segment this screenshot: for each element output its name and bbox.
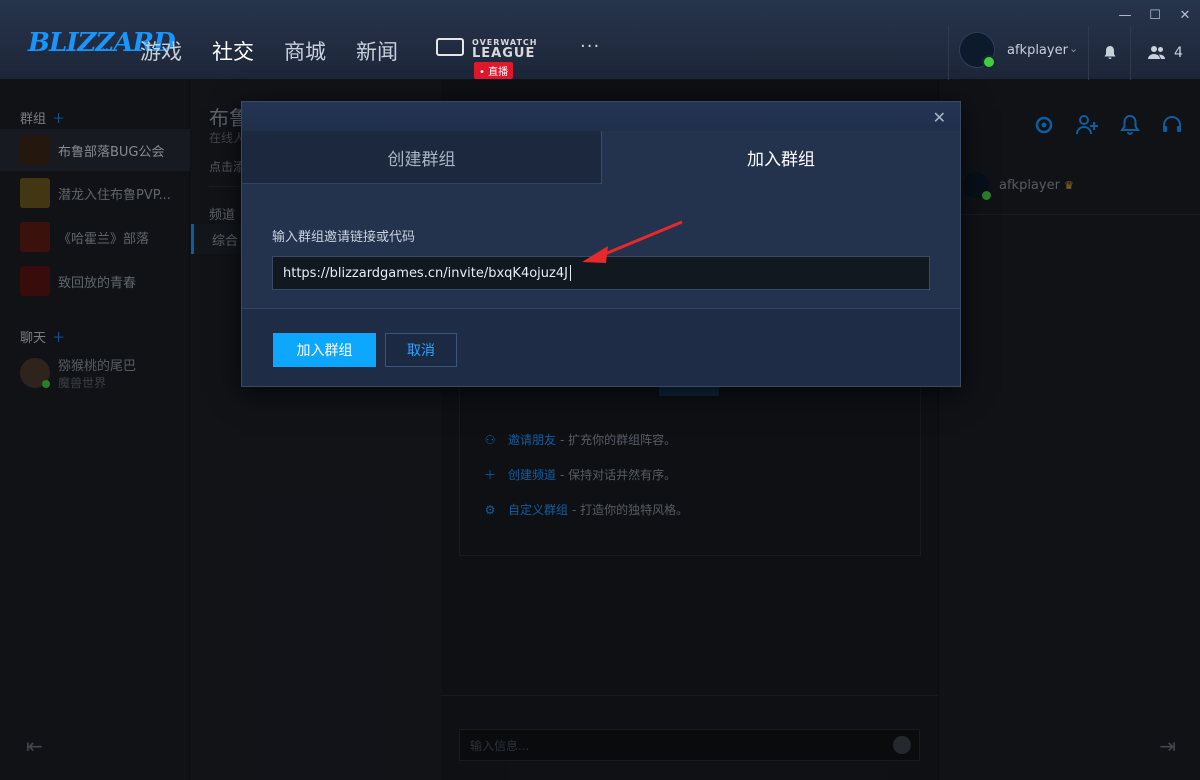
close-window-icon[interactable]: ✕ [1170,4,1200,26]
invite-field-label: 输入群组邀请链接或代码 [272,230,416,245]
tab-create-group[interactable]: 创建群组 [242,131,601,184]
cancel-button[interactable]: 取消 [385,333,457,367]
annotation-arrow [582,220,683,263]
invite-value: https://blizzardgames.cn/invite/bxqK4oju… [283,265,568,281]
tab-label: 创建群组 [387,149,456,170]
notifications-button[interactable] [1088,26,1130,80]
friends-icon [1148,46,1166,59]
nav-games[interactable]: 游戏 [140,36,182,66]
top-nav-bar: — ☐ ✕ BLIZZARD ⌄ 游戏 社交 商城 新闻 OVERWATCH L… [0,0,1200,80]
tab-join-group[interactable]: 加入群组 [601,131,960,184]
nav-social[interactable]: 社交 [212,36,254,66]
account-name: afkplayer [1007,43,1068,58]
live-badge: • 直播 [474,62,514,79]
maximize-icon[interactable]: ☐ [1140,4,1170,26]
chevron-down-icon: ⌄ [1069,42,1079,55]
dialog-titlebar: ✕ [242,102,960,132]
avatar [959,32,996,69]
join-group-button[interactable]: 加入群组 [273,333,376,367]
dialog-footer: 加入群组 取消 [242,308,960,386]
main-nav: 游戏 社交 商城 新闻 [140,36,398,66]
minimize-icon[interactable]: — [1110,4,1140,26]
window-controls: — ☐ ✕ [1110,4,1200,26]
owl-icon [436,38,464,56]
tab-label: 加入群组 [747,150,815,170]
battlenet-window: — ☐ ✕ BLIZZARD ⌄ 游戏 社交 商城 新闻 OVERWATCH L… [0,0,1200,780]
owl-text-line2: LEAGUE [472,46,536,61]
nav-news[interactable]: 新闻 [356,36,398,66]
more-menu-icon[interactable]: ··· [580,36,600,57]
account-menu[interactable]: afkplayer ⌄ [948,26,1086,80]
close-icon[interactable]: ✕ [933,108,946,127]
bell-icon [1104,46,1115,59]
nav-shop[interactable]: 商城 [284,36,326,66]
chevron-down-icon[interactable]: ⌄ [100,40,110,54]
friends-button[interactable]: 4 [1130,26,1200,80]
friends-count: 4 [1174,45,1183,61]
